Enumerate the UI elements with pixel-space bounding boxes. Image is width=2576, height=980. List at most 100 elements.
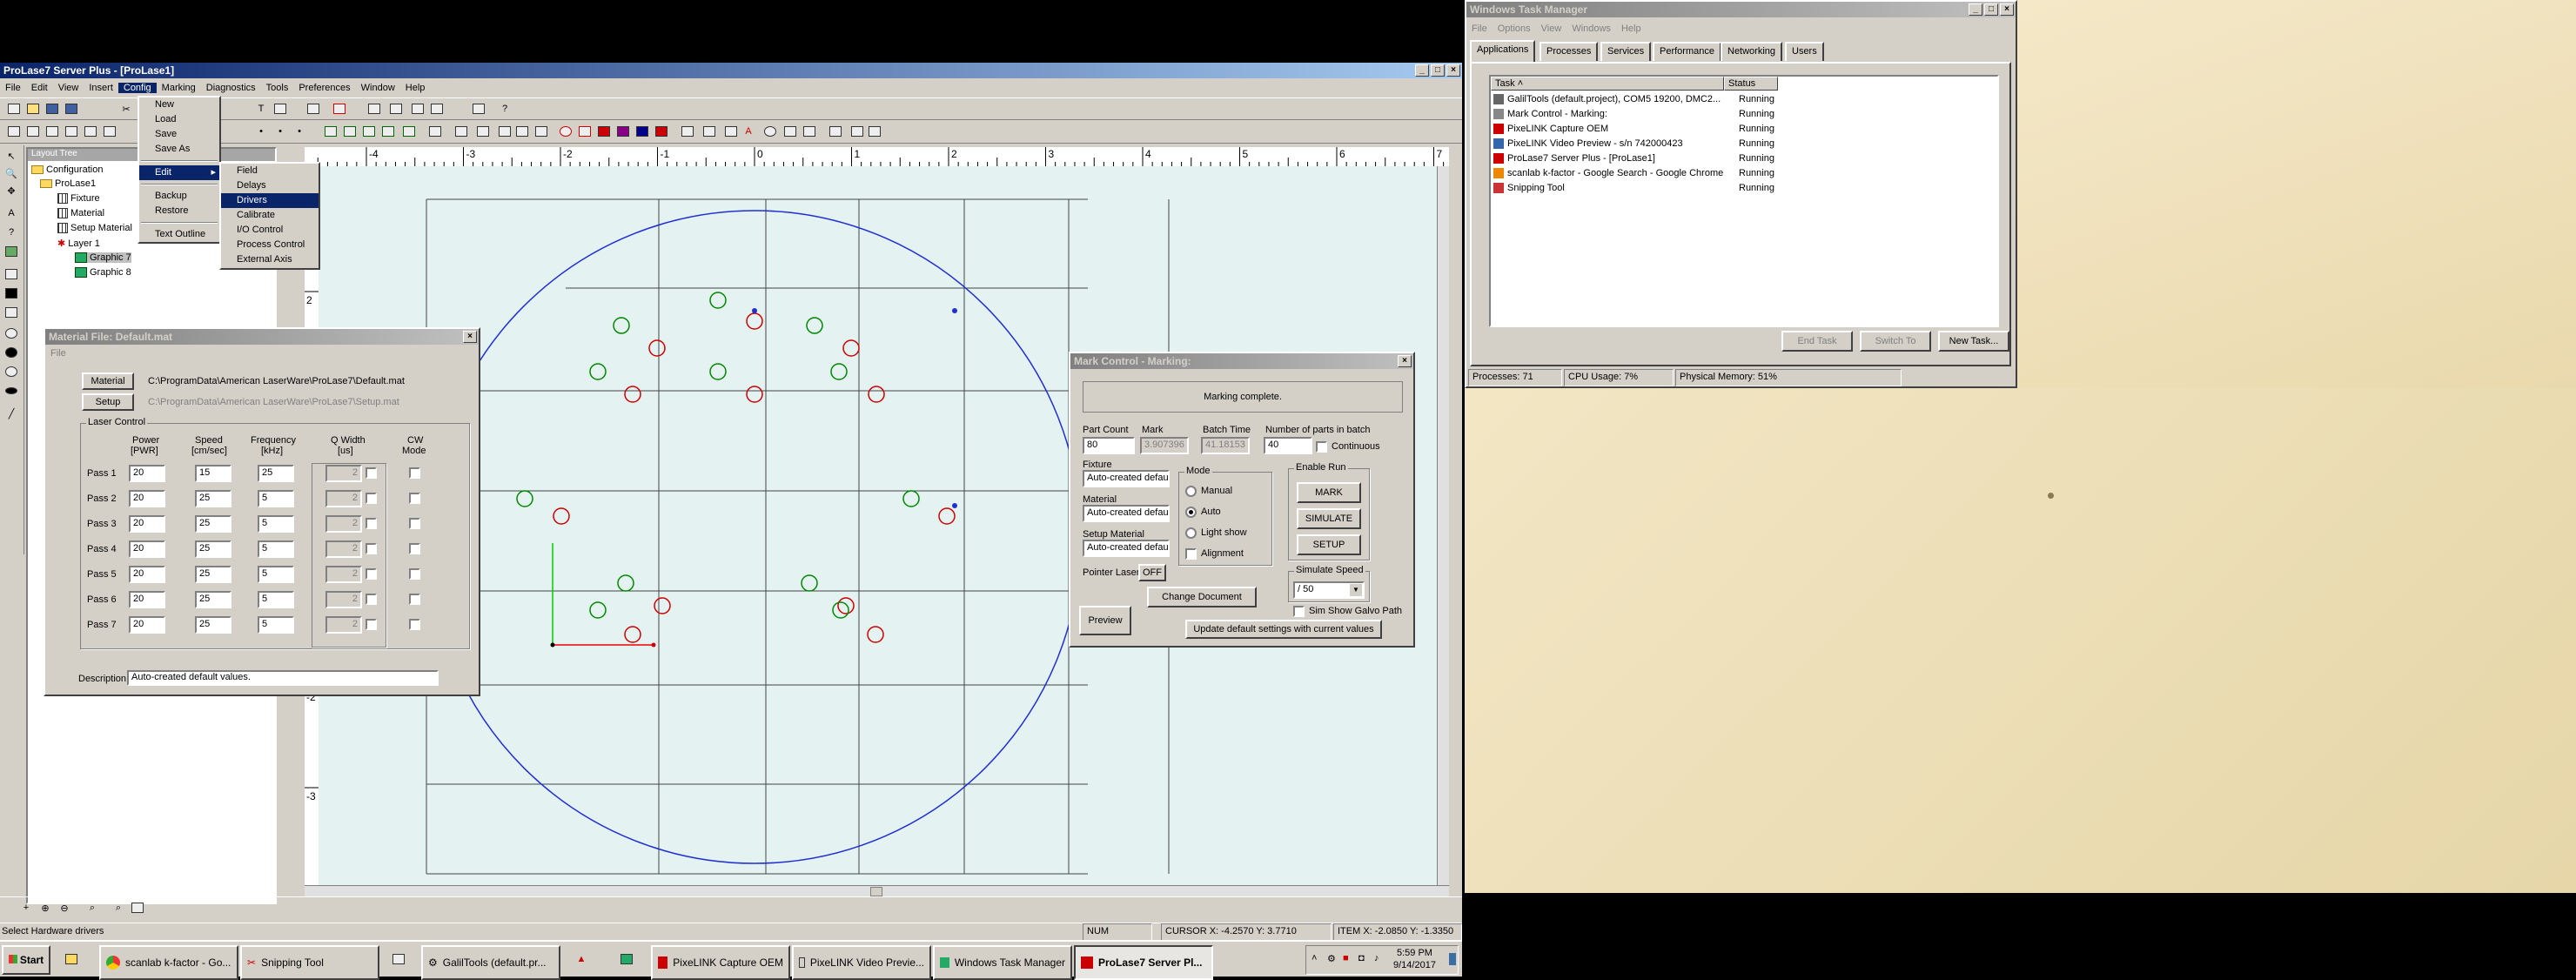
power-input[interactable]: 20 [129, 465, 165, 482]
text-draw-icon[interactable]: A [3, 205, 20, 222]
close-icon[interactable]: × [2000, 3, 2014, 16]
misc5-icon[interactable] [866, 123, 883, 140]
frequency-input[interactable]: 5 [258, 566, 294, 583]
qwidth-checkbox[interactable] [366, 543, 377, 554]
update-defaults-button[interactable]: Update default settings with current val… [1185, 620, 1382, 639]
taskbar-item-snipping[interactable]: ✂ Snipping Tool [240, 945, 379, 980]
align-right-icon[interactable] [44, 123, 61, 140]
explorer-icon[interactable] [63, 950, 80, 968]
col-status-header[interactable]: Status [1724, 77, 1778, 91]
shape5-icon[interactable] [400, 123, 418, 140]
cw-mode-checkbox[interactable] [409, 467, 420, 479]
task-row[interactable]: scanlab k-factor - Google Search - Googl… [1493, 168, 1998, 178]
switch-to-button[interactable]: Switch To [1860, 331, 1931, 352]
filled-rect-icon[interactable] [3, 285, 20, 302]
frequency-input[interactable]: 5 [258, 591, 294, 608]
speed-input[interactable]: 25 [195, 515, 231, 533]
shape2-icon[interactable] [341, 123, 359, 140]
minimize-icon[interactable]: _ [1969, 3, 1982, 16]
red-app-icon[interactable]: ▲ [573, 950, 590, 968]
mode-auto-radio[interactable] [1185, 507, 1197, 518]
tree-node-setup-material[interactable]: Setup Material [57, 223, 132, 233]
tm-menu-view[interactable]: View [1536, 23, 1567, 34]
task-row[interactable]: PixeLINK Video Preview - s/n 742000423 R… [1493, 138, 1998, 149]
menu-diagnostics[interactable]: Diagnostics [201, 83, 261, 93]
align-center-icon[interactable] [24, 123, 42, 140]
tree-node-material[interactable]: Material [57, 208, 104, 218]
zoom-image-icon[interactable] [129, 899, 146, 916]
power-input[interactable]: 20 [129, 515, 165, 533]
minimize-icon[interactable]: _ [1415, 64, 1429, 77]
tm-menu-options[interactable]: Options [1493, 23, 1536, 34]
text-tool-icon[interactable]: T [252, 100, 270, 117]
clock-time[interactable]: 5:59 PM [1397, 948, 1432, 958]
setup-run-button[interactable]: SETUP [1297, 534, 1361, 555]
shape6-icon[interactable] [426, 123, 444, 140]
grid2-icon[interactable] [409, 100, 426, 117]
maximize-icon[interactable]: □ [1431, 64, 1445, 77]
line-rect-icon[interactable] [3, 304, 20, 321]
barcode-icon[interactable] [679, 123, 696, 140]
shape-icon[interactable] [322, 123, 339, 140]
dot3-icon[interactable]: • [291, 123, 308, 140]
tab-processes[interactable]: Processes [1540, 42, 1599, 61]
circle-tool-icon[interactable] [557, 123, 574, 140]
frequency-input[interactable]: 5 [258, 616, 294, 634]
menu-help[interactable]: Help [400, 83, 431, 93]
vertical-scrollbar[interactable] [1437, 166, 1449, 885]
taskbar-item-prolase[interactable]: ProLase7 Server Pl... [1074, 945, 1213, 980]
filled-circle-icon[interactable] [3, 344, 20, 361]
config-load[interactable]: Load [139, 112, 219, 127]
mark-button[interactable]: MARK [1297, 482, 1361, 503]
preview-button[interactable]: Preview [1079, 606, 1131, 635]
tab-users[interactable]: Users [1785, 42, 1824, 61]
tm-menu-windows[interactable]: Windows [1566, 23, 1616, 34]
alignment-checkbox[interactable] [1185, 548, 1197, 560]
app-icon[interactable] [390, 950, 407, 968]
menu-window[interactable]: Window [356, 83, 400, 93]
misc3-icon[interactable] [827, 123, 844, 140]
tray-icon-3[interactable]: ◘ [1358, 953, 1365, 963]
ellipse-draw-icon[interactable] [3, 363, 20, 380]
start-button[interactable]: Start [2, 945, 50, 975]
table-icon[interactable] [387, 100, 405, 117]
rect-draw-icon[interactable] [3, 265, 20, 283]
shape8-icon[interactable] [474, 123, 492, 140]
menu-preferences[interactable]: Preferences [293, 83, 355, 93]
menu-tools[interactable]: Tools [261, 83, 294, 93]
sim-galvo-checkbox[interactable] [1293, 606, 1305, 617]
zoom-out-icon[interactable]: ⊖ [56, 899, 73, 916]
power-input[interactable]: 20 [129, 490, 165, 507]
config-backup[interactable]: Backup [139, 189, 219, 204]
align-bottom-icon[interactable] [82, 123, 99, 140]
maximize-icon[interactable]: □ [1984, 3, 1998, 16]
config-edit[interactable]: Edit ▸ [139, 165, 219, 180]
tree-node-graphic7[interactable]: Graphic 7 [75, 252, 131, 263]
cw-mode-checkbox[interactable] [409, 518, 420, 529]
menu-view[interactable]: View [53, 83, 84, 93]
edit-external-axis[interactable]: External Axis [221, 252, 319, 267]
frequency-input[interactable]: 5 [258, 515, 294, 533]
power-input[interactable]: 20 [129, 616, 165, 634]
cw-mode-checkbox[interactable] [409, 543, 420, 554]
misc-icon[interactable] [782, 123, 799, 140]
config-save[interactable]: Save [139, 127, 219, 142]
qwidth-checkbox[interactable] [366, 467, 377, 479]
cw-mode-checkbox[interactable] [409, 594, 420, 605]
tray-icon[interactable]: ⚙ [1327, 953, 1336, 964]
qwidth-checkbox[interactable] [366, 518, 377, 529]
shape3-icon[interactable] [360, 123, 378, 140]
task-row[interactable]: Mark Control - Marking: Running [1493, 109, 1998, 119]
config-text-outline[interactable]: Text Outline [139, 227, 219, 242]
misc2-icon[interactable] [801, 123, 818, 140]
close-icon[interactable]: × [1446, 64, 1460, 77]
power-input[interactable]: 20 [129, 540, 165, 558]
power-input[interactable]: 20 [129, 566, 165, 583]
taskbar-item-task-manager[interactable]: Windows Task Manager [933, 945, 1072, 980]
open-icon[interactable] [24, 100, 42, 117]
simulate-speed-select[interactable]: / 50 ▼ [1293, 581, 1365, 599]
ellipse2-draw-icon[interactable] [3, 382, 20, 399]
menu-marking[interactable]: Marking [157, 83, 201, 93]
tree-node-configuration[interactable]: Configuration [31, 164, 103, 175]
speed-input[interactable]: 25 [195, 540, 231, 558]
